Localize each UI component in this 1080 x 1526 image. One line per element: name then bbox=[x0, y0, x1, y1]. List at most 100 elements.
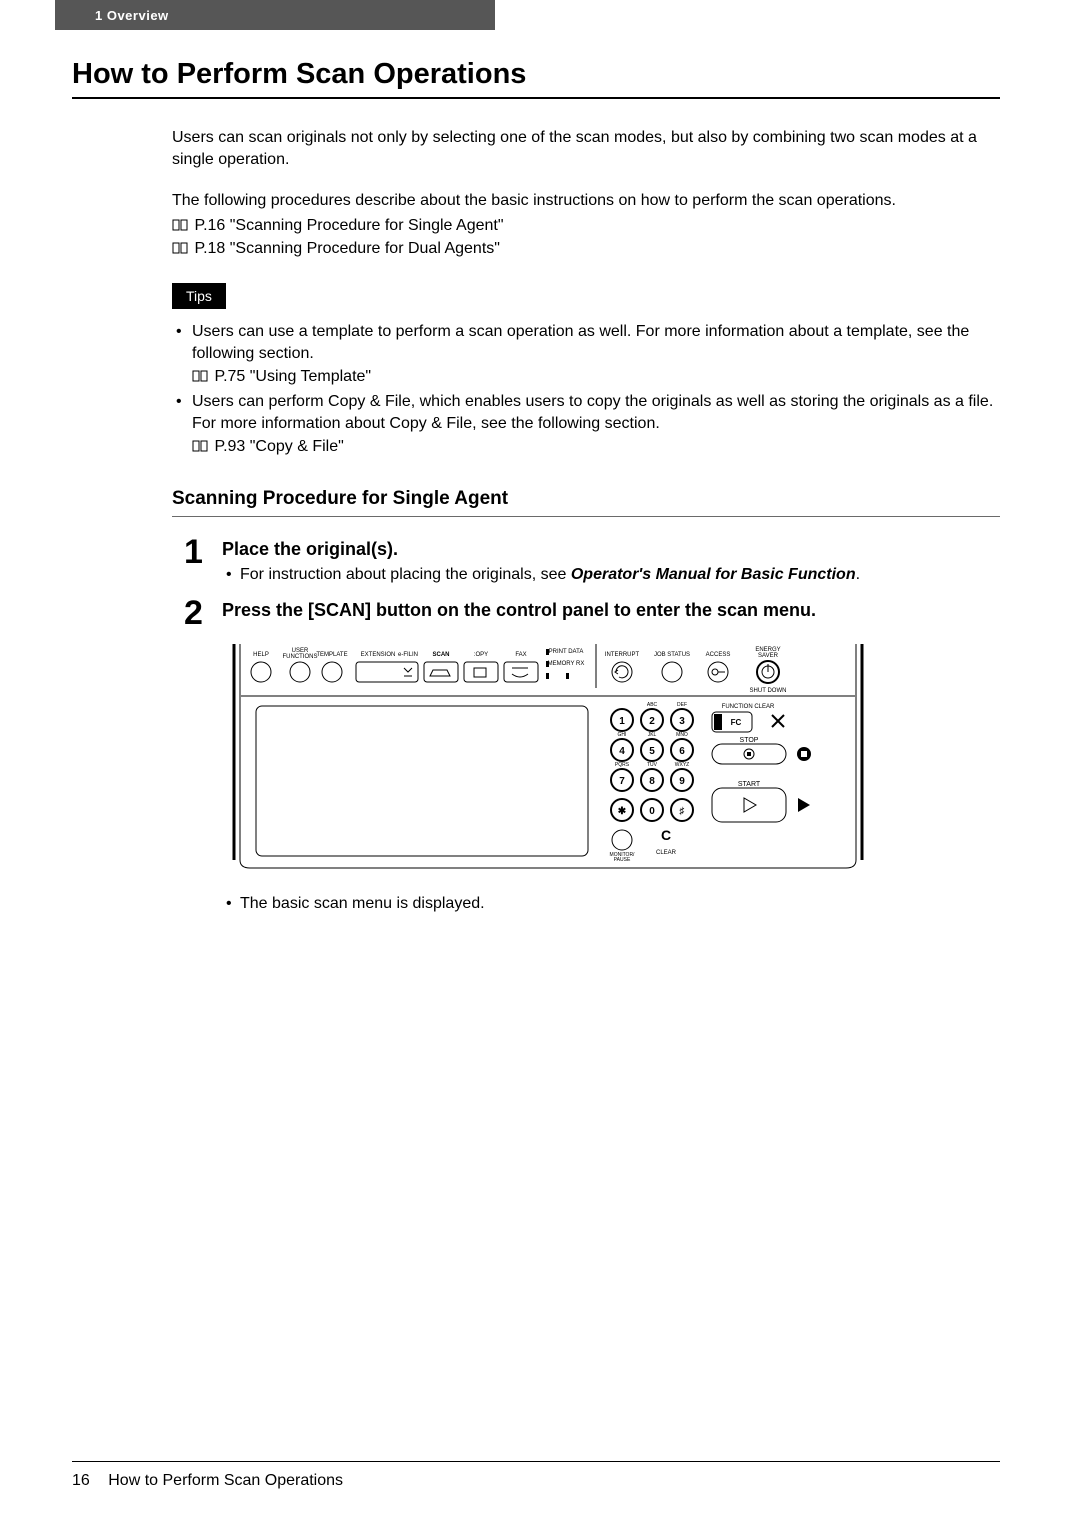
book-icon bbox=[172, 215, 188, 227]
tips-list: Users can use a template to perform a sc… bbox=[172, 321, 1000, 459]
step-1-number: 1 bbox=[184, 535, 222, 586]
chapter-tab: 1 Overview bbox=[55, 0, 495, 30]
tip-item-2: Users can perform Copy & File, which ena… bbox=[172, 391, 1000, 459]
title-rule bbox=[72, 97, 1000, 99]
panel-touchscreen[interactable] bbox=[256, 706, 588, 856]
svg-text:CLEAR: CLEAR bbox=[656, 850, 677, 856]
svg-text:WXYZ: WXYZ bbox=[675, 762, 689, 768]
svg-text:C: C bbox=[661, 827, 671, 843]
page-footer: 16 How to Perform Scan Operations bbox=[72, 1461, 1000, 1490]
panel-label-extension: EXTENSION bbox=[361, 652, 396, 658]
svg-text:FUNCTIONS: FUNCTIONS bbox=[283, 654, 318, 660]
svg-text:TUV: TUV bbox=[647, 762, 658, 768]
panel-template-button[interactable] bbox=[322, 662, 342, 682]
tips-label: Tips bbox=[172, 283, 226, 309]
panel-fax-button[interactable] bbox=[504, 662, 538, 682]
panel-label-interrupt: INTERRUPT bbox=[605, 652, 640, 658]
clear-icon bbox=[772, 715, 784, 727]
chapter-tab-text: 1 Overview bbox=[95, 8, 169, 23]
tray-icon bbox=[404, 668, 412, 676]
step-2-after-item: The basic scan menu is displayed. bbox=[222, 893, 1000, 915]
panel-jobstatus-button[interactable] bbox=[662, 662, 682, 682]
page-content: How to Perform Scan Operations Users can… bbox=[72, 58, 1000, 916]
step-1-title: Place the original(s). bbox=[222, 537, 1000, 561]
svg-text:PAUSE: PAUSE bbox=[614, 857, 631, 863]
tip-1-xref-row: P.75 "Using Template" bbox=[192, 365, 1000, 388]
intro-para-2: The following procedures describe about … bbox=[172, 190, 1000, 212]
panel-help-button[interactable] bbox=[251, 662, 271, 682]
svg-text:GHI: GHI bbox=[618, 732, 627, 738]
tip-item-1: Users can use a template to perform a sc… bbox=[172, 321, 1000, 389]
svg-text:FC: FC bbox=[731, 718, 742, 727]
book-icon bbox=[192, 366, 208, 378]
panel-start-button[interactable] bbox=[712, 788, 786, 822]
svg-text:PQRS: PQRS bbox=[615, 762, 630, 768]
intro-para-1: Users can scan originals not only by sel… bbox=[172, 127, 1000, 172]
start-icon-solid bbox=[798, 798, 810, 812]
step-1-sub-tail: . bbox=[856, 566, 860, 583]
step-2-after-text: The basic scan menu is displayed. bbox=[240, 895, 485, 912]
tip-2-xref-text: P.93 "Copy & File" bbox=[214, 438, 343, 455]
step-2-body: Press the [SCAN] button on the control p… bbox=[222, 596, 1000, 630]
svg-text:♯: ♯ bbox=[680, 806, 685, 817]
panel-label-fax: FAX bbox=[515, 652, 526, 658]
svg-text:0: 0 bbox=[649, 806, 655, 817]
step-2-after-list: The basic scan menu is displayed. bbox=[222, 893, 1000, 915]
page-title: How to Perform Scan Operations bbox=[72, 58, 1000, 91]
book-icon bbox=[192, 436, 208, 448]
panel-label-template: TEMPLATE bbox=[316, 652, 347, 658]
panel-label-efiling: e-FILIN bbox=[398, 652, 418, 658]
panel-label-jobstatus: JOB STATUS bbox=[654, 652, 690, 658]
copy-icon bbox=[474, 668, 486, 677]
svg-text:1: 1 bbox=[619, 716, 625, 727]
step-2-title: Press the [SCAN] button on the control p… bbox=[222, 598, 1000, 622]
xref-row-2: P.18 "Scanning Procedure for Dual Agents… bbox=[172, 237, 1000, 260]
panel-monitor-button[interactable] bbox=[612, 830, 632, 850]
footer-page-number: 16 bbox=[72, 1472, 90, 1489]
svg-text:DEF: DEF bbox=[677, 702, 687, 708]
svg-text:7: 7 bbox=[619, 776, 625, 787]
step-1: 1 Place the original(s). For instruction… bbox=[184, 535, 1000, 586]
section-rule bbox=[172, 516, 1000, 517]
step-1-sub-list: For instruction about placing the origin… bbox=[222, 564, 1000, 586]
body-block: Users can scan originals not only by sel… bbox=[172, 127, 1000, 916]
panel-label-copy: :OPY bbox=[474, 652, 488, 658]
footer-title: How to Perform Scan Operations bbox=[108, 1472, 343, 1489]
tip-2-text: Users can perform Copy & File, which ena… bbox=[192, 393, 993, 432]
keypad-row: 1 2 ABC 3 DEF bbox=[611, 702, 693, 731]
svg-text:3: 3 bbox=[679, 716, 685, 727]
interrupt-icon bbox=[615, 666, 628, 678]
start-icon bbox=[744, 798, 756, 812]
panel-scan-button[interactable] bbox=[424, 662, 458, 682]
svg-text:2: 2 bbox=[649, 716, 655, 727]
panel-label-scan: SCAN bbox=[432, 652, 449, 658]
panel-copy-button[interactable] bbox=[464, 662, 498, 682]
svg-text:8: 8 bbox=[649, 776, 655, 787]
panel-label-access: ACCESS bbox=[706, 652, 731, 658]
step-1-sub-item: For instruction about placing the origin… bbox=[222, 564, 1000, 586]
svg-text:SAVER: SAVER bbox=[758, 653, 779, 659]
svg-text:4: 4 bbox=[619, 746, 625, 757]
svg-text:9: 9 bbox=[679, 776, 685, 787]
panel-label-shutdown: SHUT DOWN bbox=[750, 688, 787, 694]
svg-text:5: 5 bbox=[649, 746, 655, 757]
panel-label-start: START bbox=[738, 781, 761, 788]
tip-2-xref-row: P.93 "Copy & File" bbox=[192, 435, 1000, 458]
control-panel-figure: HELP USER FUNCTIONS TEMPLATE EXTENSION e… bbox=[228, 640, 1000, 875]
step-1-sub-text: For instruction about placing the origin… bbox=[240, 566, 571, 583]
svg-text:6: 6 bbox=[679, 746, 685, 757]
panel-user-functions-button[interactable] bbox=[290, 662, 310, 682]
xref-2-text: P.18 "Scanning Procedure for Dual Agents… bbox=[194, 240, 499, 257]
section-heading: Scanning Procedure for Single Agent bbox=[172, 488, 1000, 510]
step-2-number: 2 bbox=[184, 596, 222, 630]
xref-row-1: P.16 "Scanning Procedure for Single Agen… bbox=[172, 214, 1000, 237]
panel-label-functionclear: FUNCTION CLEAR bbox=[722, 704, 775, 710]
panel-label-help: HELP bbox=[253, 652, 269, 658]
step-1-sub-em: Operator's Manual for Basic Function bbox=[571, 566, 856, 583]
scan-icon bbox=[430, 670, 450, 676]
step-1-body: Place the original(s). For instruction a… bbox=[222, 535, 1000, 586]
svg-text:ABC: ABC bbox=[647, 702, 658, 708]
panel-label-memoryrx: MEMORY RX bbox=[548, 661, 585, 667]
tip-1-text: Users can use a template to perform a sc… bbox=[192, 323, 969, 362]
svg-text:✱: ✱ bbox=[618, 806, 627, 817]
